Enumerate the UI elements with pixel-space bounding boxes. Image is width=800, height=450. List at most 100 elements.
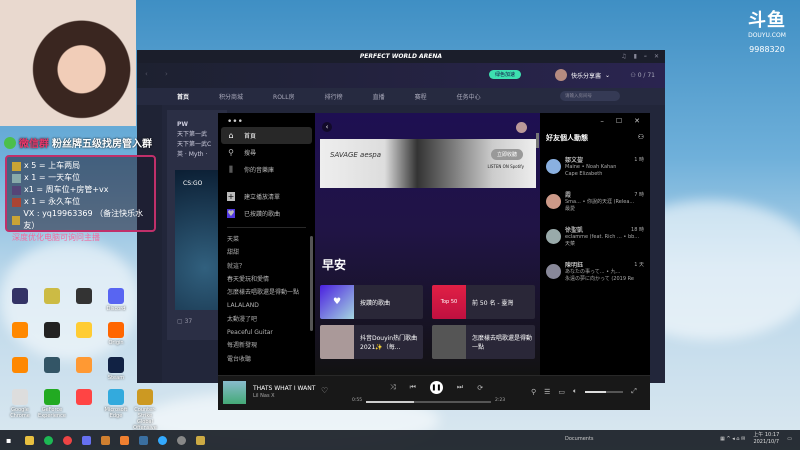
playlist-item[interactable]: 太動漫了吧 xyxy=(221,313,312,326)
playlist-item[interactable]: LALALAND xyxy=(221,299,312,312)
desktop-icon[interactable] xyxy=(69,322,99,340)
playlist-item[interactable]: 每週新發現 xyxy=(221,339,312,352)
tab-ranking[interactable]: 排行榜 xyxy=(325,92,343,101)
desktop-icon[interactable] xyxy=(37,357,67,375)
room-search-input[interactable]: 请输入房间号 xyxy=(560,91,620,101)
app-icon[interactable] xyxy=(158,435,168,445)
friend-item[interactable]: 霞 Sma... • 你說的天涯 (Relea... 最愛 7 時 xyxy=(546,192,644,213)
tile-liked[interactable]: ♥ 按讚的歌曲 xyxy=(320,285,423,319)
tile-playlist[interactable]: 怎麼樣去唱歌還是得動一點 xyxy=(432,325,535,359)
shuffle-icon[interactable]: ⤨ xyxy=(390,383,396,392)
folder-icon[interactable] xyxy=(25,435,35,445)
desktop-icon[interactable]: Discord xyxy=(101,288,131,312)
signal-icon[interactable]: ▮ xyxy=(634,50,637,63)
notification-icon[interactable]: ▭ xyxy=(787,436,792,442)
comment-count[interactable]: ▢ 37 xyxy=(177,318,192,325)
desktop-icon[interactable] xyxy=(69,357,99,375)
minimize-icon[interactable]: – xyxy=(644,50,647,63)
minimize-icon[interactable]: – xyxy=(600,117,604,125)
volume-slider[interactable] xyxy=(585,390,624,393)
desktop-icon[interactable]: Counter-Strike Global Offensive xyxy=(130,389,160,431)
desktop-icon[interactable] xyxy=(5,288,35,306)
pause-button[interactable]: ❚❚ xyxy=(429,381,443,394)
now-playing-art[interactable] xyxy=(223,381,246,404)
liked-songs-button[interactable]: ♥ 已按讚的歌曲 xyxy=(221,205,312,222)
desktop-icon[interactable] xyxy=(5,357,35,375)
create-playlist-button[interactable]: + 建立播放清單 xyxy=(221,188,312,205)
playlist-item[interactable]: 春天愛玩和愛情 xyxy=(221,273,312,286)
playlist-item[interactable]: 天菜 xyxy=(221,233,312,246)
tab-roll[interactable]: ROLL房 xyxy=(273,92,295,101)
forward-icon[interactable]: › xyxy=(165,70,168,78)
ad-banner[interactable]: SAVAGE aespa 立即收聽 LISTEN ON Spotify xyxy=(320,139,536,188)
maximize-icon[interactable]: ☐ xyxy=(616,117,622,125)
previous-icon[interactable]: ⏮ xyxy=(410,383,416,392)
playlist-item[interactable]: 怎麼樣去唱歌還是得動一點 xyxy=(221,286,312,299)
queue-icon[interactable]: ☰ xyxy=(544,388,550,396)
friends-count[interactable]: ⚇ 0 / 71 xyxy=(630,72,655,79)
repeat-icon[interactable]: ⟳ xyxy=(477,384,483,392)
tab-live[interactable]: 直播 xyxy=(373,92,385,101)
app-icon[interactable] xyxy=(120,435,130,445)
steam-icon[interactable] xyxy=(139,435,149,445)
nav-home[interactable]: ⌂ 首頁 xyxy=(221,127,312,144)
tab-schedule[interactable]: 赛程 xyxy=(415,92,427,101)
close-icon[interactable]: ✕ xyxy=(654,50,659,63)
volume-icon[interactable]: 🔈︎ xyxy=(573,387,577,396)
friend-item[interactable]: 徐聖凱 eclamme (feat. Rich ... • bb... 天菜 18 時 xyxy=(546,227,644,248)
track-title[interactable]: THATS WHAT I WANT xyxy=(253,385,315,392)
desktop-icon[interactable]: Microsoft Edge xyxy=(101,389,131,419)
tab-tasks[interactable]: 任务中心 xyxy=(457,92,481,101)
progress-bar[interactable] xyxy=(366,401,491,403)
vip-badge[interactable]: 绿色加速 xyxy=(489,70,522,79)
mic-icon[interactable]: ⚲ xyxy=(531,388,536,396)
fullscreen-icon[interactable]: ⤢ xyxy=(631,387,637,396)
user-avatar[interactable] xyxy=(516,122,527,133)
back-button[interactable]: ‹ xyxy=(322,122,332,132)
playlist-item[interactable]: 就這？ xyxy=(221,260,312,273)
tile-douyin[interactable]: 抖音Douyin热门歌曲2021✨（每... xyxy=(320,325,423,359)
friend-item[interactable]: 鄒文鋆 Maine • Noah Kahan Cape Elizabeth 1 時 xyxy=(546,157,644,178)
main-scrollbar[interactable] xyxy=(536,133,539,148)
user-menu[interactable]: 快乐分享酱 ⌄ xyxy=(555,69,610,81)
obs-icon[interactable] xyxy=(177,435,187,445)
desktop-icon[interactable] xyxy=(5,322,35,340)
ad-listen-button[interactable]: 立即收聽 xyxy=(490,149,523,160)
like-icon[interactable]: ♡ xyxy=(321,386,328,395)
sidebar-scrollbar[interactable] xyxy=(310,236,313,331)
desktop-icon[interactable]: Origin xyxy=(101,322,131,346)
close-icon[interactable]: ✕ xyxy=(634,117,640,125)
desktop-icon[interactable] xyxy=(37,322,67,340)
spotify-icon[interactable] xyxy=(44,435,54,445)
tab-home[interactable]: 首页 xyxy=(177,92,189,101)
devices-icon[interactable]: ▭ xyxy=(558,388,565,396)
friend-item[interactable]: 陳明鈺 あなたの事って... • 九... 永遠の夢に向かって (2019 Re 1 … xyxy=(546,262,644,283)
playlist-item[interactable]: 甜甜 xyxy=(221,246,312,259)
documents-toolbar[interactable]: Documents xyxy=(565,436,594,442)
desktop-icon[interactable] xyxy=(69,389,99,407)
add-friend-icon[interactable]: ⚇ xyxy=(638,133,644,143)
playlist-item[interactable]: Peaceful Guitar xyxy=(221,326,312,339)
clock[interactable]: 上午 10:17 2021/10/7 xyxy=(753,432,779,446)
desktop-icon[interactable]: Google Chrome xyxy=(5,389,35,419)
app-icon[interactable] xyxy=(196,435,206,445)
next-icon[interactable]: ⏭ xyxy=(457,383,463,392)
chrome-icon[interactable] xyxy=(63,435,73,445)
desktop-icon[interactable]: Steam xyxy=(101,357,131,381)
tile-top50[interactable]: Top 50 前 50 名 - 臺灣 xyxy=(432,285,535,319)
bell-icon[interactable]: ♫ xyxy=(621,50,626,63)
nav-library[interactable]: ⫼ 你的音樂庫 xyxy=(221,161,312,178)
playlist-item[interactable]: 電台收聽 xyxy=(221,353,312,366)
more-icon[interactable]: ••• xyxy=(221,117,312,127)
desktop-icon[interactable]: GeForce Experience xyxy=(37,389,67,419)
desktop-icon[interactable] xyxy=(69,288,99,306)
tab-store[interactable]: 积分商城 xyxy=(219,92,243,101)
discord-icon[interactable] xyxy=(82,435,92,445)
tray-icons[interactable]: ▦ ^ ◂ ⌂ ✉ xyxy=(720,436,745,442)
start-icon[interactable]: ▪ xyxy=(6,436,11,445)
csgo-icon[interactable] xyxy=(101,435,111,445)
desktop-icon[interactable] xyxy=(37,288,67,306)
nav-search[interactable]: ⚲ 搜尋 xyxy=(221,144,312,161)
track-artist[interactable]: Lil Nas X xyxy=(253,393,275,399)
back-icon[interactable]: ‹ xyxy=(145,70,148,78)
